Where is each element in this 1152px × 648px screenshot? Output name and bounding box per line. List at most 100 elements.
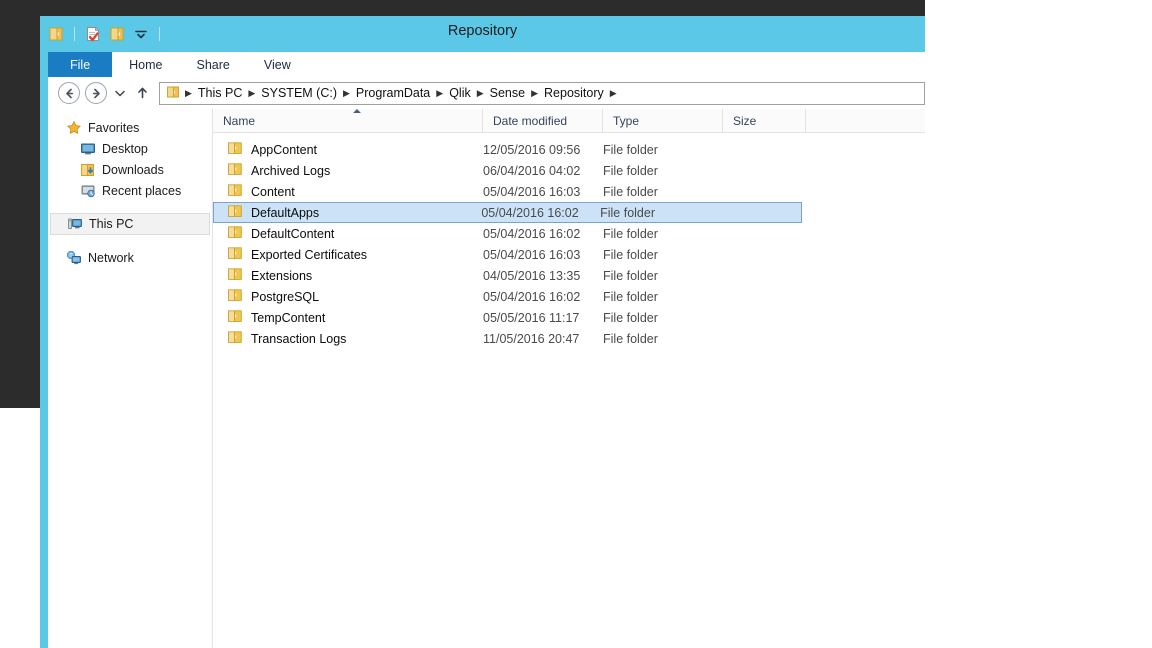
breadcrumb-separator[interactable]: ▶ [342,83,351,104]
downloads-icon [80,162,96,178]
sidebar-item-recent-places[interactable]: Recent places [48,180,212,201]
cell-size [719,202,801,223]
file-name-label: Content [251,184,295,199]
sidebar-item-downloads[interactable]: Downloads [48,159,212,180]
breadcrumb[interactable]: ▶ This PC ▶ SYSTEM (C:) ▶ ProgramData ▶ … [159,81,925,105]
cell-type: File folder [603,289,658,304]
breadcrumb-separator[interactable]: ▶ [476,83,485,104]
file-name-label: TempContent [251,310,326,325]
table-row[interactable]: PostgreSQL 05/04/2016 16:02 File folder [213,286,925,307]
cell-date-modified: 05/04/2016 16:02 [481,205,579,220]
cell-size [723,244,806,265]
column-header-name[interactable]: Name [213,109,483,133]
table-row[interactable]: AppContent 12/05/2016 09:56 File folder [213,139,925,160]
file-name-label: PostgreSQL [251,289,320,304]
cell-date-modified: 11/05/2016 20:47 [483,331,580,346]
cell-size [723,223,806,244]
cell-date-modified: 05/04/2016 16:03 [483,247,581,262]
breadcrumb-item-repository[interactable]: Repository [539,83,609,104]
cell-type: File folder [603,268,658,283]
cell-name: DefaultApps [214,202,481,223]
file-list-pane: Name Date modified Type Size AppContent … [213,109,925,648]
breadcrumb-item-sense[interactable]: Sense [485,83,530,104]
up-one-level-button[interactable] [131,82,153,104]
cell-type: File folder [603,331,658,346]
cell-size [723,139,806,160]
cell-name: Archived Logs [213,160,483,181]
cell-name: Exported Certificates [213,244,483,265]
folder-icon [227,246,243,263]
table-row[interactable]: DefaultContent 05/04/2016 16:02 File fol… [213,223,925,244]
file-name-label: Transaction Logs [251,331,347,346]
column-header-label: Date modified [493,114,568,128]
window-left-border [40,52,48,648]
breadcrumb-separator[interactable]: ▶ [530,83,539,104]
file-name-label: Extensions [251,268,313,283]
table-row[interactable]: Exported Certificates 05/04/2016 16:03 F… [213,244,925,265]
sidebar-item-label: Network [88,250,134,265]
sort-ascending-icon [353,109,361,113]
cell-date-modified: 05/04/2016 16:02 [483,226,581,241]
folder-icon [227,288,243,305]
window-body: ▶ This PC ▶ SYSTEM (C:) ▶ ProgramData ▶ … [48,77,925,648]
sidebar-item-this-pc[interactable]: This PC [50,213,210,235]
tab-share[interactable]: Share [180,52,247,77]
navigation-pane: Favorites Desktop Downloads Recent place… [48,109,213,648]
breadcrumb-separator: ▶ [185,87,192,98]
sidebar-item-desktop[interactable]: Desktop [48,138,212,159]
table-row[interactable]: Extensions 04/05/2016 13:35 File folder [213,265,925,286]
cell-type: File folder [603,142,658,157]
breadcrumb-item-programdata[interactable]: ProgramData [351,83,435,104]
column-header-type[interactable]: Type [603,109,723,133]
cell-size [723,160,806,181]
back-button[interactable] [58,82,80,104]
tab-home[interactable]: Home [112,52,179,77]
cell-name: Transaction Logs [213,328,483,349]
table-row[interactable]: TempContent 05/05/2016 11:17 File folder [213,307,925,328]
folder-icon [227,225,243,242]
breadcrumb-item-system-c[interactable]: SYSTEM (C:) [256,83,342,104]
breadcrumb-item-qlik[interactable]: Qlik [444,83,476,104]
cell-name: DefaultContent [213,223,483,244]
forward-button[interactable] [85,82,107,104]
table-row[interactable]: DefaultApps 05/04/2016 16:02 File folder [213,202,802,223]
table-row[interactable]: Transaction Logs 11/05/2016 20:47 File f… [213,328,925,349]
recent-locations-chevron-down-icon[interactable] [112,82,128,104]
folder-icon [227,309,243,326]
cell-size [723,286,806,307]
column-header-label: Name [223,114,256,128]
breadcrumb-item-this-pc[interactable]: This PC [193,83,247,104]
breadcrumb-separator[interactable]: ▶ [609,83,618,104]
window-title: Repository [447,23,518,39]
sidebar-item-favorites[interactable]: Favorites [48,117,212,138]
column-header-label: Size [733,114,757,128]
address-bar-row: ▶ This PC ▶ SYSTEM (C:) ▶ ProgramData ▶ … [48,77,925,109]
cell-name: PostgreSQL [213,286,483,307]
sidebar-item-label: Recent places [102,183,182,198]
recent-places-icon [80,183,96,199]
cell-date-modified: 12/05/2016 09:56 [483,142,581,157]
sidebar-item-label: This PC [89,217,134,231]
desktop-icon [80,141,96,157]
column-header-row: Name Date modified Type Size [213,109,925,133]
sidebar-item-network[interactable]: Network [48,247,212,268]
cell-type: File folder [603,310,658,325]
tab-file[interactable]: File [48,52,113,77]
column-header-size[interactable]: Size [723,109,806,133]
folder-icon [166,85,181,102]
table-row[interactable]: Archived Logs 06/04/2016 04:02 File fold… [213,160,925,181]
breadcrumb-separator[interactable]: ▶ [247,83,256,104]
breadcrumb-separator[interactable]: ▶ [435,83,444,104]
column-header-date-modified[interactable]: Date modified [483,109,603,133]
tab-view[interactable]: View [247,52,308,77]
cell-name: Extensions [213,265,483,286]
folder-icon [227,330,243,347]
cell-size [723,328,806,349]
star-icon [66,120,82,136]
cell-date-modified: 05/04/2016 16:02 [483,289,581,304]
cell-name: TempContent [213,307,483,328]
table-row[interactable]: Content 05/04/2016 16:03 File folder [213,181,925,202]
explorer-window: Repository File Home Share View ▶ This P… [40,16,925,648]
file-name-label: DefaultContent [251,226,335,241]
cell-type: File folder [603,184,658,199]
